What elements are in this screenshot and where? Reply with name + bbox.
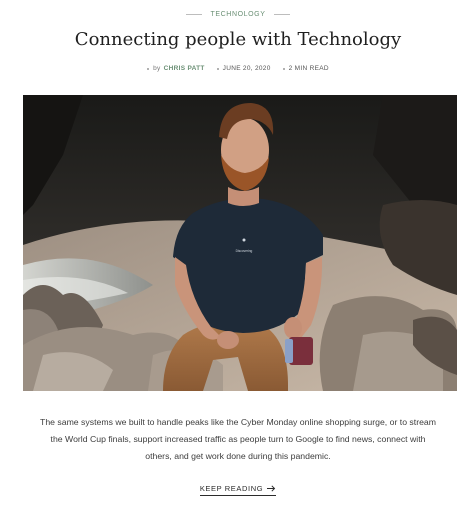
keep-reading-link[interactable]: KEEP READING xyxy=(199,484,277,496)
meta-dot xyxy=(282,67,285,70)
featured-image[interactable]: Discovering xyxy=(23,95,457,391)
post-excerpt: The same systems we built to handle peak… xyxy=(40,417,436,461)
meta-dot xyxy=(147,67,150,70)
divider-right xyxy=(273,14,290,15)
read-time: 2 MIN READ xyxy=(288,65,329,72)
divider-left xyxy=(186,14,203,15)
post-title[interactable]: Connecting people with Technology xyxy=(0,29,476,50)
keep-reading-label: KEEP READING xyxy=(199,484,264,493)
author-link[interactable]: CHRIS PATT xyxy=(164,65,205,72)
blog-post: TECHNOLOGY Connecting people with Techno… xyxy=(0,0,476,512)
meta-dot xyxy=(216,67,219,70)
meta-read-time: 2 MIN READ xyxy=(282,65,329,72)
keep-reading-row: KEEP READING xyxy=(0,484,476,496)
meta-date: JUNE 20, 2020 xyxy=(216,65,271,72)
shirt-text: Discovering xyxy=(236,249,253,253)
featured-image-photo: Discovering xyxy=(23,95,457,391)
category-row: TECHNOLOGY xyxy=(0,11,476,18)
arrow-right-icon xyxy=(267,485,276,492)
meta-author: by CHRIS PATT xyxy=(147,65,205,72)
category-link[interactable]: TECHNOLOGY xyxy=(210,11,265,18)
post-meta: by CHRIS PATT JUNE 20, 2020 2 MIN READ xyxy=(0,65,476,72)
post-date: JUNE 20, 2020 xyxy=(222,65,271,72)
by-label: by xyxy=(153,65,161,72)
